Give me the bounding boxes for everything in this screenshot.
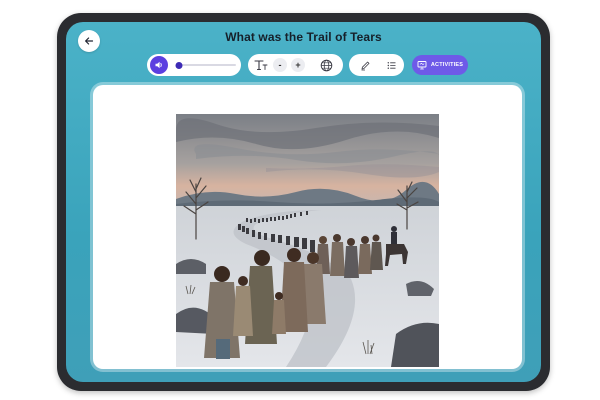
list-icon[interactable] (384, 58, 398, 72)
text-settings: - + (248, 54, 343, 76)
increase-font-button[interactable]: + (291, 58, 305, 72)
trail-of-tears-illustration (176, 114, 439, 367)
content-card (93, 85, 522, 369)
pencil-icon[interactable] (358, 58, 372, 72)
text-size-icon[interactable] (253, 57, 269, 73)
globe-icon[interactable] (319, 58, 333, 72)
audio-progress-handle[interactable] (175, 61, 183, 69)
app-screen: What was the Trail of Tears - + ACTIVITI… (66, 22, 541, 382)
activities-label: ACTIVITIES (430, 62, 464, 68)
audio-player (147, 54, 241, 76)
speaker-icon (154, 60, 164, 70)
audio-progress-track[interactable] (175, 61, 236, 69)
reading-tools (349, 54, 404, 76)
activities-button[interactable]: ACTIVITIES (412, 55, 468, 75)
audio-play-button[interactable] (150, 56, 168, 74)
presentation-icon (417, 60, 427, 70)
page-title: What was the Trail of Tears (225, 30, 382, 44)
decrease-font-button[interactable]: - (273, 58, 287, 72)
